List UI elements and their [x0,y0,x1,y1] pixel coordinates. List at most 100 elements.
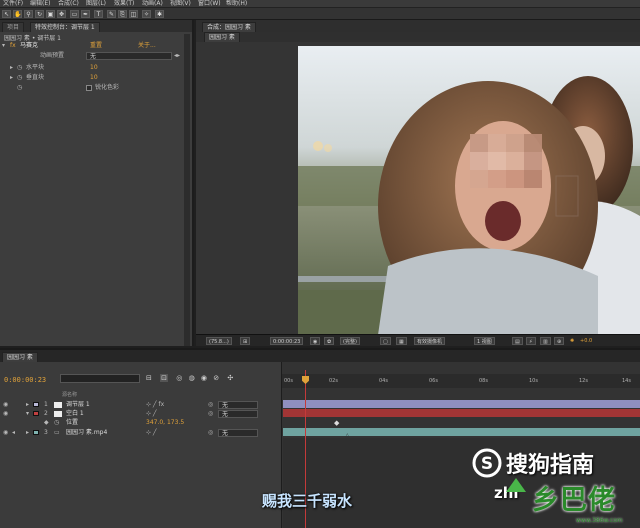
motion-blur-icon[interactable]: ◉ [201,374,207,382]
roto-tool-icon[interactable]: ✧ [142,10,151,18]
resolution-dropdown[interactable]: (完整) [340,337,360,345]
toggle-pixel-icon[interactable]: ▤ [512,337,523,345]
reset-link[interactable]: 重置 [90,41,102,51]
grid-icon[interactable]: ⊞ [240,337,251,345]
rectangle-tool-icon[interactable]: ▭ [70,10,79,18]
stopwatch-icon[interactable]: ◷ [17,73,22,83]
camera-tool-icon[interactable]: ▣ [46,10,55,18]
layer-2-bar[interactable] [283,409,640,417]
audio-icon[interactable]: ◂ [12,428,15,437]
parent-dropdown[interactable]: 无 [218,401,258,409]
menu-composition[interactable]: 合成(C) [58,0,79,8]
about-link[interactable]: 关于... [138,41,156,51]
rotate-tool-icon[interactable]: ↻ [35,10,44,18]
col-source-name[interactable]: 源名称 [62,391,77,398]
current-time[interactable]: 0:00:00:23 [270,337,304,345]
parent-dropdown[interactable]: 无 [218,410,258,418]
layer-switches[interactable]: ⊹ ╱ [146,409,157,418]
snapshot-icon[interactable]: ◉ [310,337,321,345]
tab-project[interactable]: 项目 [2,22,25,32]
layer-name[interactable]: 空白 1 [66,409,84,418]
selection-tool-icon[interactable]: ↖ [2,10,11,18]
menu-file[interactable]: 文件(F) [3,0,23,8]
parent-dropdown[interactable]: 无 [218,429,258,437]
views-dropdown[interactable]: 1 视图 [474,337,495,345]
clone-tool-icon[interactable]: ⎘ [118,10,127,18]
comp-viewer[interactable] [196,42,640,335]
timeline-icon[interactable]: ▥ [540,337,551,345]
stopwatch-icon[interactable]: ◷ [17,63,22,73]
tab-comp-name[interactable]: 园园习 素 [204,32,240,42]
tab-timeline[interactable]: 园园习 素 [2,352,38,362]
label-color-swatch[interactable] [33,411,39,416]
hand-tool-icon[interactable]: ✋ [13,10,22,18]
eye-icon[interactable]: ◉ [3,409,8,418]
flowchart-icon[interactable]: ⊕ [554,337,565,345]
tab-composition[interactable]: 合成：园园习 素 [202,22,256,32]
pan-behind-tool-icon[interactable]: ✥ [57,10,66,18]
stopwatch-icon[interactable]: ◷ [17,83,22,93]
pen-tool-icon[interactable]: ✒ [81,10,90,18]
timeline-timecode[interactable]: 0:00:00:23 [4,376,46,384]
stopwatch-icon[interactable]: ◷ [54,418,59,427]
expand-arrow-icon[interactable]: ▾ [2,41,5,51]
expand-arrow-icon[interactable]: ▸ [26,428,29,437]
menu-edit[interactable]: 编辑(E) [30,0,50,8]
brainstorm-icon[interactable]: ✣ [227,374,233,382]
comp-flowchart-icon[interactable]: ⊟ [146,374,152,382]
horizontal-blocks-value[interactable]: 10 [90,63,98,73]
effect-header[interactable]: ▾ fx 马赛克 重置 关于... [0,41,192,51]
exposure-value[interactable]: +0.0 [578,337,594,345]
exposure-icon[interactable]: ✺ [568,337,576,345]
menu-layer[interactable]: 图层(L) [86,0,106,8]
video-frame[interactable] [298,46,640,335]
expand-arrow-icon[interactable]: ▸ [10,73,13,83]
zoom-tool-icon[interactable]: ⚲ [24,10,33,18]
magnification-dropdown[interactable]: (75.8...) [206,337,232,345]
layer-row-3[interactable]: ◉ ◂ ▸ 3 ▭ 园园习 素.mp4 ⊹ ╱ ◎ 无 [0,428,282,437]
color-icon[interactable]: ✿ [324,337,335,345]
layer-3-bar[interactable] [283,428,640,436]
layer-1-bar[interactable] [283,400,640,408]
label-color-swatch[interactable] [33,430,39,435]
menu-help[interactable]: 帮助(H) [226,0,247,8]
draft-3d-icon[interactable]: ⊡ [160,374,168,382]
layer-search-input[interactable] [60,374,140,383]
brush-tool-icon[interactable]: ✎ [107,10,116,18]
puppet-tool-icon[interactable]: ✱ [155,10,164,18]
parent-pick-icon[interactable]: ◎ [208,400,213,409]
sharpen-colors-checkbox[interactable] [86,85,92,91]
menu-window[interactable]: 窗口(W) [198,0,221,8]
layer-name[interactable]: 调节层 1 [66,400,90,409]
layer-row-1[interactable]: ◉ ▸ 1 调节层 1 ⊹ ╱ fx ◎ 无 [0,400,282,409]
roi-icon[interactable]: ▢ [380,337,391,345]
parent-pick-icon[interactable]: ◎ [208,428,213,437]
time-ruler[interactable]: 00s 02s 04s 06s 08s 10s 12s 14s [282,374,640,388]
vertical-blocks-value[interactable]: 10 [90,73,98,83]
layer-row-2[interactable]: ◉ ▾ 2 空白 1 ⊹ ╱ ◎ 无 [0,409,282,418]
keyframe-nav-icon[interactable]: ◆ [44,418,49,427]
keyframe-icon[interactable]: ◆ [334,419,339,427]
menu-animation[interactable]: 动画(A) [142,0,163,8]
fx-icon[interactable]: fx [10,41,16,51]
layer-switches[interactable]: ⊹ ╱ fx [146,400,164,409]
expand-arrow-icon[interactable]: ▸ [10,63,13,73]
camera-dropdown[interactable]: 有效摄像机 [414,337,446,345]
menu-view[interactable]: 视图(V) [170,0,191,8]
menu-effect[interactable]: 效果(T) [114,0,134,8]
layer-row-position[interactable]: ◆ ◷ 位置 347.0, 173.5 [0,418,282,427]
parent-pick-icon[interactable]: ◎ [208,409,213,418]
text-tool-icon[interactable]: T [94,10,103,18]
animation-presets-dropdown[interactable]: 无 [86,52,172,60]
expand-arrow-icon[interactable]: ▸ [26,400,29,409]
label-color-swatch[interactable] [33,402,39,407]
graph-editor-icon[interactable]: ⊘ [213,374,219,382]
tab-effect-controls[interactable]: 特效控制台：调节层 1 [30,22,100,32]
eye-icon[interactable]: ◉ [3,428,8,437]
eraser-tool-icon[interactable]: ◫ [129,10,138,18]
prev-next-icon[interactable]: ◂▸ [174,51,180,61]
transparency-icon[interactable]: ▦ [396,337,407,345]
expand-arrow-icon[interactable]: ▾ [26,409,29,418]
fast-preview-icon[interactable]: ⚡ [526,337,536,345]
layer-switches[interactable]: ⊹ ╱ [146,428,157,437]
